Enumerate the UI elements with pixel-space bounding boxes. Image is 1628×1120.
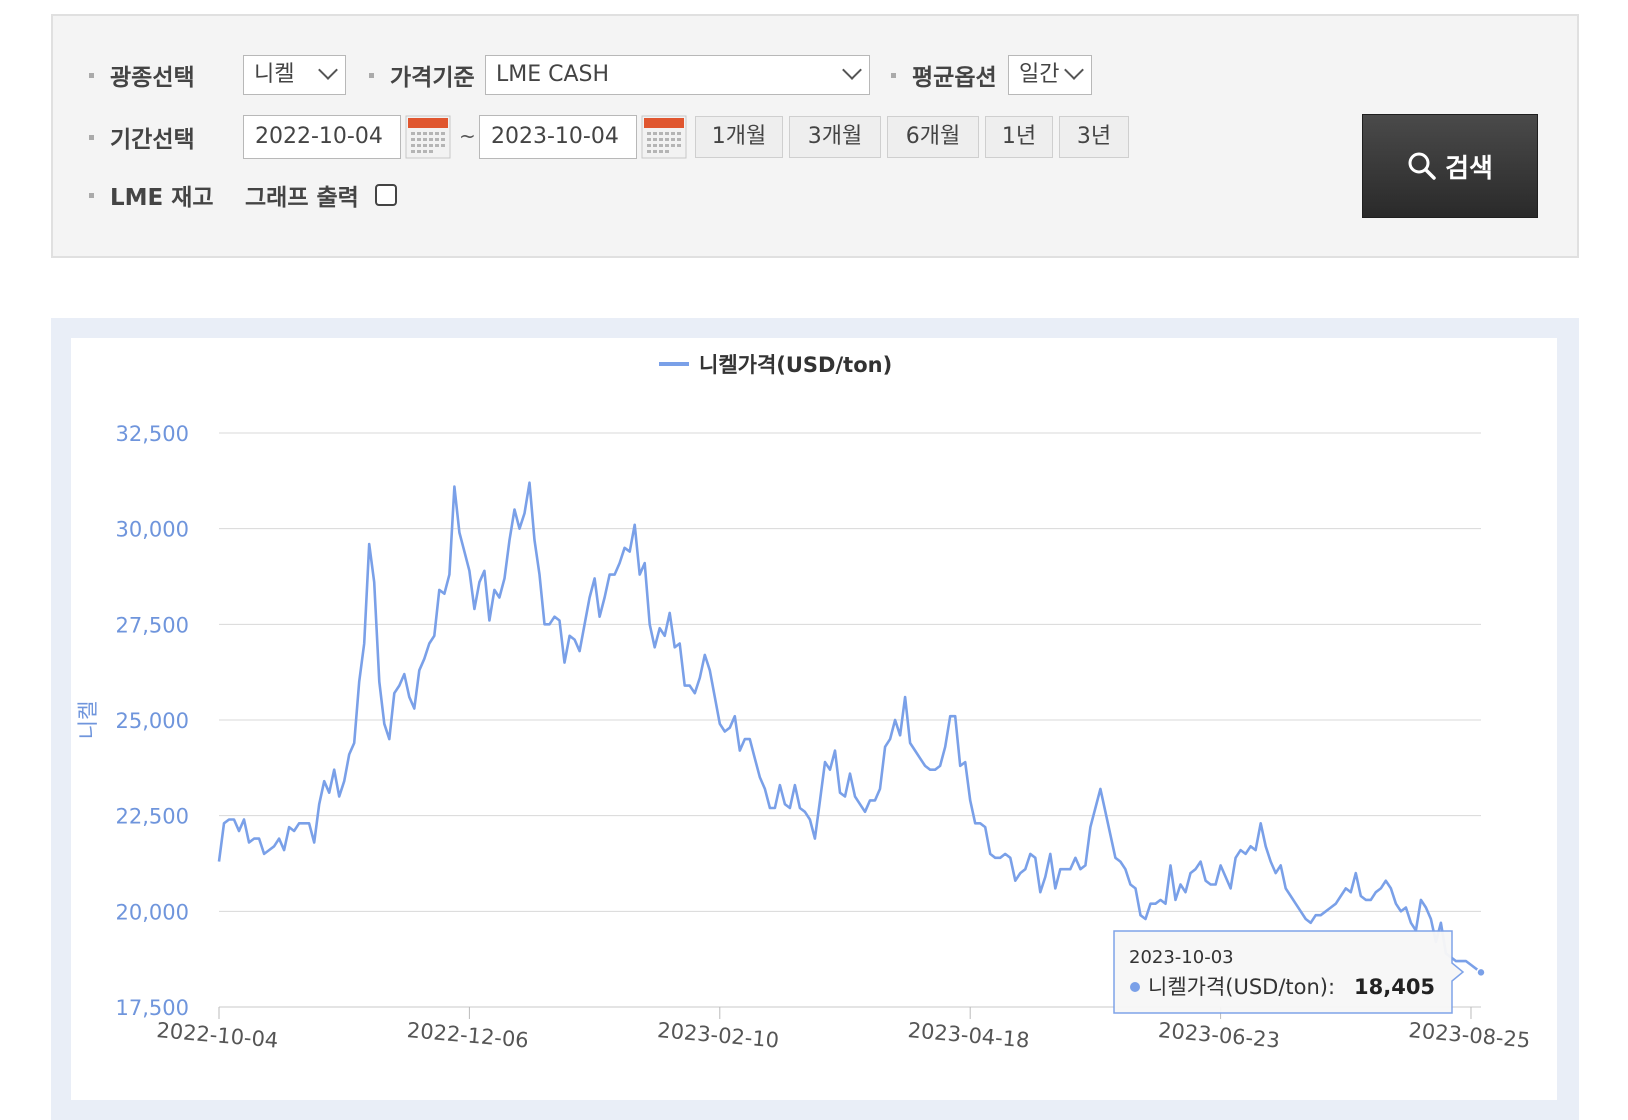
x-tick-label: 2022-12-06 [406, 1018, 530, 1053]
chevron-down-icon [1064, 60, 1084, 80]
price-basis-select[interactable]: LME CASH [485, 55, 870, 95]
avg-option-select[interactable]: 일간 [1008, 55, 1092, 95]
search-button[interactable]: 검색 [1362, 114, 1538, 218]
period-6-month-button[interactable]: 6개월 [887, 116, 979, 158]
end-date-input[interactable]: 2023-10-04 [479, 115, 637, 159]
date-range-separator: ~ [459, 124, 476, 148]
y-axis-label: 니켈 [76, 701, 100, 740]
search-button-label: 검색 [1445, 153, 1493, 184]
nickel-price-chart[interactable]: 17,500 20,000 22,500 25,000 27,500 30,000 32,5… [71, 338, 1557, 1100]
chart-area: 17,500 20,000 22,500 25,000 27,500 30,000 32,5… [71, 338, 1557, 1100]
y-tick-label: 17,500 [116, 996, 189, 1020]
lme-stock-label: LME 재고 [89, 178, 214, 212]
period-3-month-button[interactable]: 3개월 [789, 116, 881, 158]
graph-output-label: 그래프 출력 [245, 185, 359, 211]
chevron-down-icon [318, 60, 338, 80]
x-tick-label: 2022-10-04 [156, 1018, 280, 1053]
x-tick-label: 2023-08-25 [1408, 1018, 1532, 1053]
price-basis-label: 가격기준 [369, 58, 475, 92]
x-tick-label: 2023-02-10 [656, 1018, 780, 1053]
y-tick-label: 20,000 [116, 900, 189, 924]
tooltip-date: 2023-10-03 [1129, 947, 1234, 968]
avg-option-label: 평균옵션 [891, 58, 997, 92]
start-date-input[interactable]: 2022-10-04 [243, 115, 401, 159]
chart-container: 17,500 20,000 22,500 25,000 27,500 30,000 32,5… [51, 318, 1579, 1120]
x-tick-label: 2023-06-23 [1157, 1018, 1281, 1053]
search-icon [1408, 152, 1436, 180]
search-panel: 광종선택 니켈 가격기준 LME CASH 평균옵션 일간 기간선택 2022-… [51, 14, 1579, 258]
bullet-icon [89, 73, 94, 78]
bullet-icon [89, 193, 94, 198]
bullet-icon [89, 135, 94, 140]
x-tick-label: 2023-04-18 [907, 1018, 1031, 1053]
tooltip-box [1113, 930, 1465, 1014]
data-point-last[interactable] [1476, 967, 1486, 978]
tooltip-value: 18,405 [1354, 975, 1435, 999]
y-tick-label: 32,500 [116, 422, 189, 446]
tooltip-series-dot [1130, 982, 1140, 992]
y-tick-label: 22,500 [116, 805, 189, 829]
bullet-icon [891, 73, 896, 78]
period-1-year-button[interactable]: 1년 [985, 116, 1053, 158]
legend-label[interactable]: 니켈가격(USD/ton) [699, 353, 892, 377]
mineral-label: 광종선택 [89, 58, 195, 92]
period-1-month-button[interactable]: 1개월 [695, 116, 783, 158]
graph-output-checkbox[interactable] [375, 184, 397, 206]
calendar-icon[interactable] [405, 115, 451, 159]
y-tick-label: 25,000 [116, 709, 189, 733]
period-3-year-button[interactable]: 3년 [1059, 116, 1129, 158]
mineral-select[interactable]: 니켈 [243, 55, 346, 95]
period-label: 기간선택 [89, 120, 195, 154]
calendar-icon[interactable] [641, 115, 687, 159]
chevron-down-icon [842, 60, 862, 80]
series-line-nickel-price[interactable] [217, 481, 1482, 974]
tooltip-series-label: 니켈가격(USD/ton): [1148, 975, 1335, 999]
y-tick-label: 27,500 [116, 613, 189, 637]
y-tick-label: 30,000 [116, 518, 189, 542]
bullet-icon [369, 73, 374, 78]
